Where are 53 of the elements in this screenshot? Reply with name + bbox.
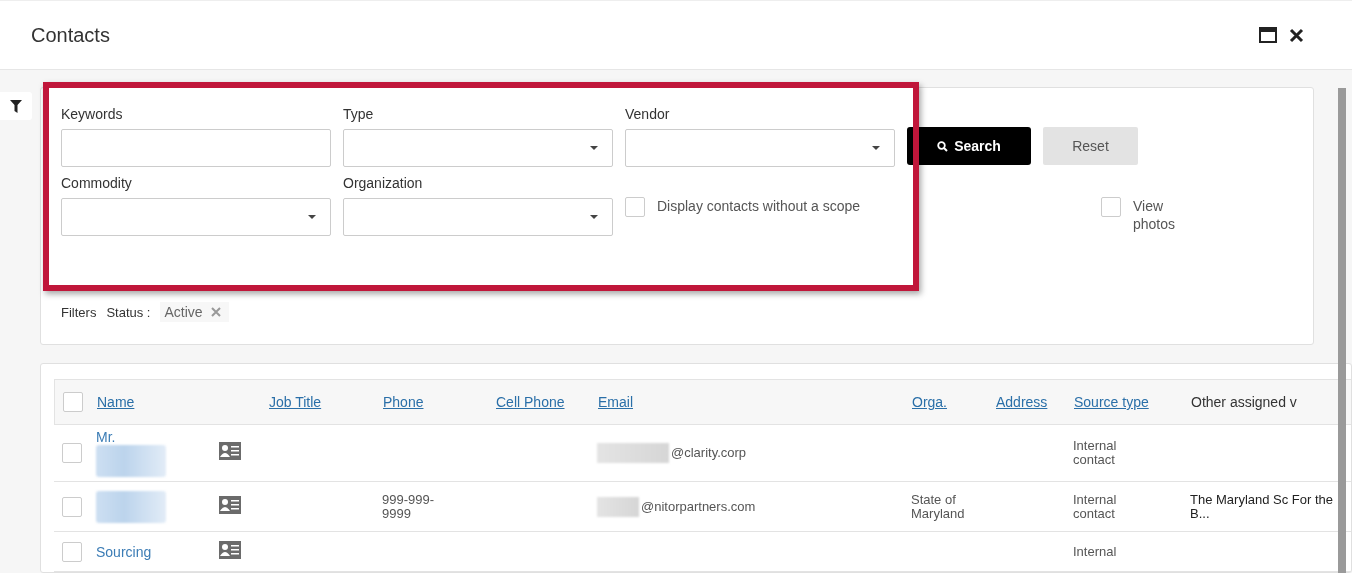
field-label: Type — [343, 105, 375, 124]
close-icon — [1289, 27, 1304, 43]
other-vendors-cell-text: The Maryland Sc For the B... — [1190, 492, 1335, 521]
column-header[interactable]: Job Title — [269, 394, 383, 410]
search-icon — [937, 140, 949, 152]
checkbox[interactable] — [62, 541, 82, 562]
column-header[interactable]: Phone — [383, 394, 496, 410]
filter-icon — [10, 99, 22, 113]
phone-cell-text: 999-999-9999 — [382, 492, 436, 521]
scrollbar[interactable] — [1338, 88, 1346, 573]
select-field[interactable] — [343, 129, 613, 167]
checkbox[interactable] — [62, 496, 82, 517]
filter-value: Active — [164, 304, 203, 320]
input-field[interactable] — [61, 129, 331, 167]
checkbox-label: Display contacts without a scope — [657, 197, 861, 215]
contact-name-link[interactable]: Mr. — [96, 429, 219, 445]
contact-card-icon — [219, 495, 241, 514]
filter-tab[interactable] — [0, 92, 32, 120]
window-title: Contacts — [31, 23, 110, 47]
column-header[interactable]: Address — [996, 394, 1074, 410]
column-header[interactable]: Email — [598, 394, 912, 410]
select-field[interactable] — [61, 198, 331, 236]
column-header[interactable]: Orga. — [912, 394, 996, 410]
contact-card-icon — [219, 442, 241, 460]
filters-label: Filters — [61, 304, 97, 320]
filter-name: Status : — [106, 304, 151, 320]
remove-icon[interactable] — [210, 307, 221, 317]
select-field[interactable] — [343, 198, 613, 236]
source-type-cell-text: Internal contact — [1073, 439, 1118, 467]
search-button[interactable]: Search — [907, 127, 1031, 165]
email-cell: @clarity.corp — [671, 446, 747, 460]
field-label: Organization — [343, 174, 424, 193]
select-field[interactable] — [625, 129, 895, 167]
source-type-cell-text: Internal — [1073, 544, 1118, 559]
organization-cell-text: State of Maryland — [911, 492, 966, 521]
checkbox[interactable] — [63, 392, 83, 412]
column-header[interactable]: Name — [97, 394, 220, 410]
field-label: Keywords — [61, 105, 124, 124]
column-header[interactable]: Source type — [1074, 394, 1191, 410]
checkbox-label: View photos — [1133, 197, 1177, 233]
column-header: Other assigned v — [1191, 394, 1298, 410]
maximize-icon — [1259, 27, 1277, 43]
email-cell: @nitorpartners.com — [641, 499, 756, 514]
checkbox[interactable] — [1101, 197, 1121, 217]
reset-button[interactable]: Reset — [1043, 127, 1138, 165]
contact-card-icon — [219, 540, 241, 559]
column-header[interactable]: Cell Phone — [496, 394, 598, 410]
checkbox[interactable] — [625, 197, 645, 217]
field-label: Commodity — [61, 174, 133, 193]
field-label: Vendor — [625, 105, 671, 124]
source-type-cell-text: Internal contact — [1073, 492, 1118, 521]
contact-name-link[interactable]: Sourcing — [96, 543, 219, 560]
checkbox[interactable] — [62, 443, 82, 463]
